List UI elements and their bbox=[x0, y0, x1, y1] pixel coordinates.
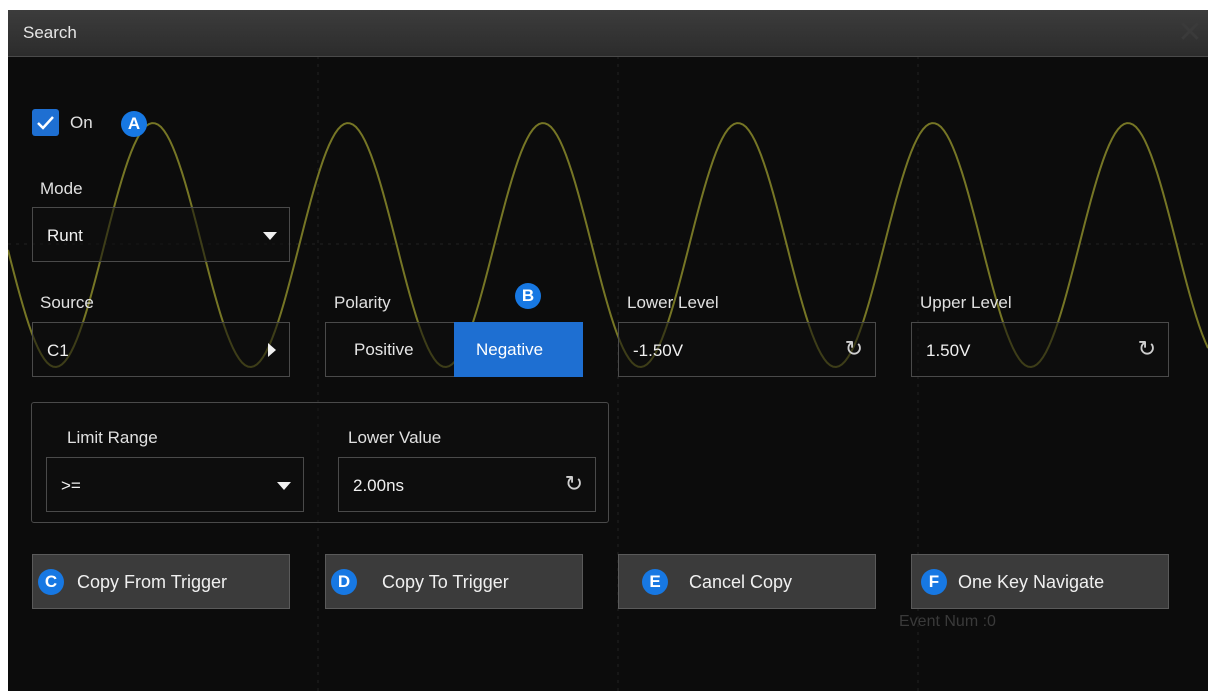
upper-level-value: 1.50V bbox=[926, 341, 971, 360]
chevron-down-icon bbox=[277, 482, 291, 490]
one-key-navigate-label: One Key Navigate bbox=[958, 572, 1105, 592]
on-label: On bbox=[70, 113, 93, 132]
cancel-copy-button[interactable]: E Cancel Copy bbox=[618, 554, 876, 609]
limit-range-label: Limit Range bbox=[67, 428, 158, 447]
lower-value-label: Lower Value bbox=[348, 428, 442, 447]
refresh-icon[interactable]: ↻ bbox=[1138, 337, 1156, 361]
upper-level-label: Upper Level bbox=[920, 293, 1012, 312]
lower-level-label: Lower Level bbox=[627, 293, 719, 312]
refresh-icon[interactable]: ↻ bbox=[565, 472, 583, 496]
badge-c: C bbox=[38, 569, 64, 595]
mode-label: Mode bbox=[40, 179, 83, 198]
upper-level-field[interactable]: 1.50V ↻ bbox=[911, 322, 1169, 377]
chevron-down-icon bbox=[263, 232, 277, 240]
limit-range-select[interactable]: >= bbox=[46, 457, 304, 512]
dialog-title: Search bbox=[23, 23, 77, 42]
source-value: C1 bbox=[47, 341, 69, 360]
polarity-negative-label: Negative bbox=[476, 340, 544, 359]
lower-value-field[interactable]: 2.00ns ↻ bbox=[338, 457, 596, 512]
polarity-negative[interactable]: Negative bbox=[454, 322, 583, 377]
refresh-icon[interactable]: ↻ bbox=[845, 337, 863, 361]
badge-d: D bbox=[331, 569, 357, 595]
source-select[interactable]: C1 bbox=[32, 322, 290, 377]
chevron-right-icon bbox=[268, 343, 276, 357]
badge-b: B bbox=[515, 283, 541, 309]
copy-to-trigger-button[interactable]: D Copy To Trigger bbox=[325, 554, 583, 609]
mode-select[interactable]: Runt bbox=[32, 207, 290, 262]
limit-group: Limit Range >= Lower Value 2.00ns ↻ bbox=[31, 402, 609, 523]
polarity-label: Polarity bbox=[334, 293, 391, 312]
polarity-toggle[interactable]: Positive Negative bbox=[325, 322, 583, 377]
one-key-navigate-button[interactable]: F One Key Navigate bbox=[911, 554, 1169, 609]
copy-to-trigger-label: Copy To Trigger bbox=[382, 572, 509, 592]
search-dialog: Search ✕ On A Mode Runt Source C1 Polari… bbox=[8, 10, 1208, 691]
title-bar: Search ✕ bbox=[8, 10, 1208, 57]
mode-value: Runt bbox=[47, 226, 83, 245]
polarity-positive[interactable]: Positive bbox=[326, 323, 454, 376]
badge-e: E bbox=[642, 569, 668, 595]
copy-from-trigger-button[interactable]: C Copy From Trigger bbox=[32, 554, 290, 609]
event-num: Event Num :0 bbox=[899, 613, 996, 630]
limit-range-value: >= bbox=[61, 476, 81, 495]
polarity-positive-label: Positive bbox=[354, 340, 414, 359]
lower-value-value: 2.00ns bbox=[353, 476, 405, 495]
check-icon bbox=[37, 116, 54, 130]
source-label: Source bbox=[40, 293, 94, 312]
cancel-copy-label: Cancel Copy bbox=[689, 572, 793, 592]
copy-from-trigger-label: Copy From Trigger bbox=[77, 572, 228, 592]
checkbox-box[interactable] bbox=[32, 109, 59, 136]
close-icon[interactable]: ✕ bbox=[1172, 10, 1208, 56]
badge-f: F bbox=[921, 569, 947, 595]
lower-level-value: -1.50V bbox=[633, 341, 684, 360]
lower-level-field[interactable]: -1.50V ↻ bbox=[618, 322, 876, 377]
badge-a: A bbox=[121, 111, 147, 137]
